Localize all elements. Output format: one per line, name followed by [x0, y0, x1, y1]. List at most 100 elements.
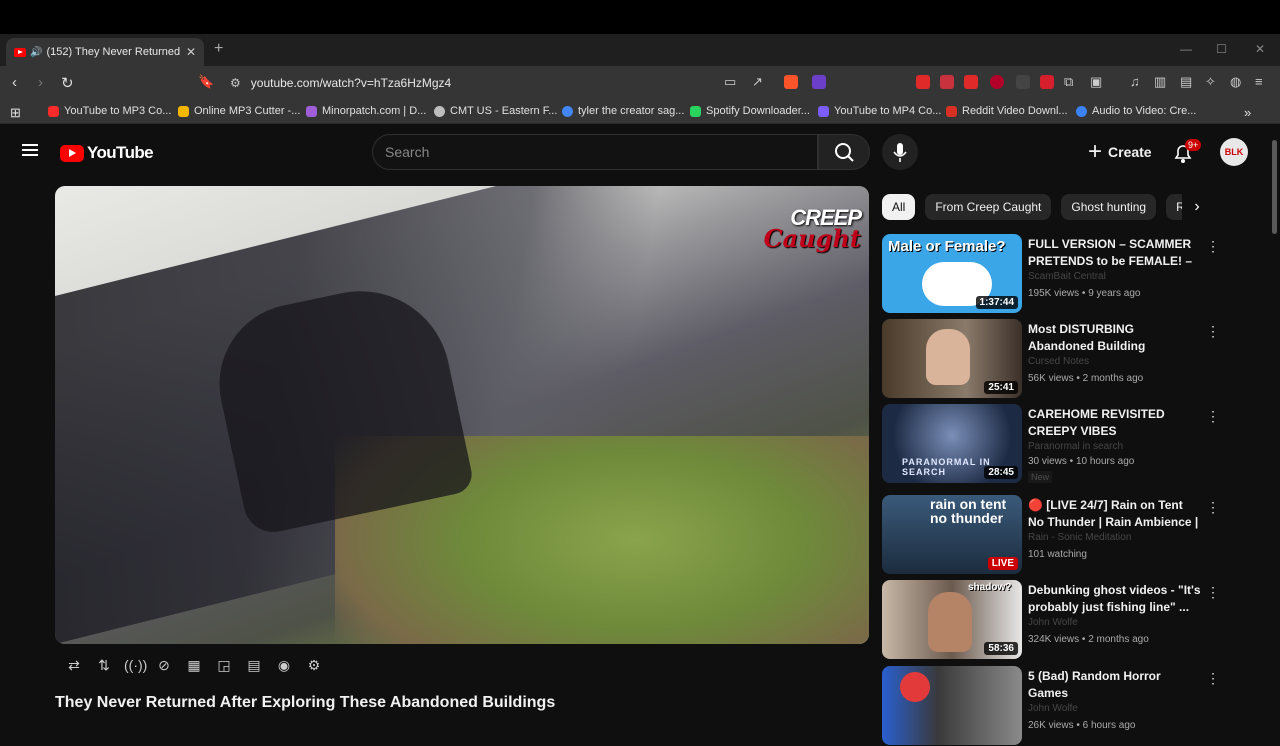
channel-name[interactable]: John Wolfe — [1028, 617, 1202, 631]
channel-watermark[interactable]: CREEP Caught — [764, 207, 862, 250]
minimize-icon[interactable]: — — [1180, 42, 1192, 56]
youtube-logo[interactable]: YouTube — [60, 143, 154, 163]
channel-name[interactable]: Cursed Notes — [1028, 356, 1202, 370]
brave-shields-icon[interactable] — [784, 75, 798, 89]
recommendation-title[interactable]: Debunking ghost videos - "It's probably … — [1028, 582, 1202, 616]
video-thumbnail[interactable]: 25:41 — [882, 319, 1022, 398]
chip-from-channel[interactable]: From Creep Caught — [925, 194, 1052, 220]
recommendation-title[interactable]: 🔴 [LIVE 24/7] Rain on Tent No Thunder | … — [1028, 497, 1202, 531]
more-actions-icon[interactable]: ⋮ — [1206, 323, 1220, 340]
extension-youtube-icon[interactable] — [916, 75, 930, 89]
aspect-ratio-icon[interactable]: ◲ — [214, 656, 234, 674]
recommendation-title[interactable]: 5 (Bad) Random Horror Games — [1028, 668, 1202, 702]
loop-icon[interactable]: ⇄ — [64, 656, 84, 674]
list-item[interactable]: PARANORMAL IN SEARCH 28:45 CAREHOME REVI… — [882, 404, 1222, 484]
speaker-icon[interactable]: 🔊 — [30, 47, 42, 58]
search-input[interactable] — [385, 144, 817, 160]
screenshot-icon[interactable]: ▣ — [1090, 74, 1102, 90]
extension-u-icon[interactable] — [990, 75, 1004, 89]
bookmark-item[interactable]: Reddit Video Downl... — [946, 105, 1068, 117]
new-tab-icon[interactable]: + — [214, 40, 223, 58]
hide-overlay-icon[interactable]: ⊘ — [154, 656, 174, 674]
list-item[interactable]: shadow? 58:36 Debunking ghost videos - "… — [882, 580, 1222, 660]
wallet-icon[interactable]: ▤ — [1180, 74, 1192, 90]
forward-icon[interactable]: › — [38, 74, 43, 91]
more-actions-icon[interactable]: ⋮ — [1206, 238, 1220, 255]
share-icon[interactable]: ↗ — [752, 74, 763, 90]
list-item[interactable]: 25:41 Most DISTURBING Abandoned Building… — [882, 319, 1222, 399]
avatar[interactable]: BLK — [1220, 138, 1248, 166]
site-info-icon[interactable]: ⚙ — [230, 76, 241, 90]
video-thumbnail[interactable]: Male or Female? 1:37:44 — [882, 234, 1022, 313]
channel-name[interactable]: ScamBait Central — [1028, 271, 1202, 285]
guide-menu-icon[interactable] — [22, 144, 38, 156]
leo-ai-icon[interactable]: ✧ — [1205, 74, 1216, 90]
cinema-icon[interactable]: ▦ — [184, 656, 204, 674]
page-scrollbar[interactable] — [1272, 140, 1277, 234]
bookmark-item[interactable]: Minorpatch.com | D... — [306, 105, 426, 117]
chip-ghost-hunting[interactable]: Ghost hunting — [1061, 194, 1157, 220]
cast-icon[interactable]: ▭ — [724, 74, 736, 90]
bookmark-item[interactable]: tyler the creator sag... — [562, 105, 684, 117]
notification-badge: 9+ — [1185, 139, 1202, 151]
video-player[interactable]: CREEP Caught — [55, 186, 869, 644]
microphone-icon — [893, 143, 907, 162]
apps-grid-icon[interactable]: ⊞ — [10, 105, 21, 121]
bookmark-item[interactable]: Audio to Video: Cre... — [1076, 105, 1196, 117]
bookmark-item[interactable]: Online MP3 Cutter -... — [178, 105, 300, 117]
list-item[interactable]: rain on tent no thunder LIVE 🔴 [LIVE 24/… — [882, 495, 1222, 575]
browser-tab-active[interactable]: 🔊 (152) They Never Returned Af ✕ — [6, 38, 204, 66]
extensions-puzzle-icon[interactable]: ⧉ — [1064, 74, 1073, 90]
list-item[interactable]: 5 (Bad) Random Horror Games John Wolfe 2… — [882, 666, 1222, 746]
search-button[interactable] — [818, 134, 870, 170]
video-thumbnail[interactable]: PARANORMAL IN SEARCH 28:45 — [882, 404, 1022, 483]
close-tab-icon[interactable]: ✕ — [186, 45, 196, 59]
more-actions-icon[interactable]: ⋮ — [1206, 584, 1220, 601]
maximize-icon[interactable]: ☐ — [1216, 42, 1227, 56]
more-actions-icon[interactable]: ⋮ — [1206, 670, 1220, 687]
reload-icon[interactable]: ↻ — [61, 74, 74, 92]
bookmark-icon[interactable]: 🔖 — [198, 74, 214, 90]
recommendation-title[interactable]: Most DISTURBING Abandoned Building Encou… — [1028, 321, 1202, 355]
chip-all[interactable]: All — [882, 194, 916, 220]
rewards-icon[interactable] — [812, 75, 826, 89]
more-actions-icon[interactable]: ⋮ — [1206, 499, 1220, 516]
sidebar-icon[interactable]: ▥ — [1154, 74, 1166, 90]
extension-play-icon[interactable] — [964, 75, 978, 89]
menu-icon[interactable]: ≡ — [1255, 74, 1263, 89]
channel-name[interactable]: John Wolfe — [1028, 703, 1202, 717]
create-button[interactable]: + Create — [1080, 134, 1166, 170]
bookmark-favicon-icon — [946, 105, 957, 117]
video-thumbnail[interactable]: rain on tent no thunder LIVE — [882, 495, 1022, 574]
settings-gear-icon[interactable]: ⚙ — [304, 656, 324, 674]
channel-name[interactable]: Rain - Sonic Meditation — [1028, 532, 1202, 546]
back-icon[interactable]: ‹ — [12, 74, 17, 91]
extension-pen-icon[interactable] — [1040, 75, 1054, 89]
recommendation-title[interactable]: FULL VERSION – SCAMMER PRETENDS to be FE… — [1028, 236, 1202, 270]
voice-search-button[interactable] — [882, 134, 918, 170]
video-thumbnail[interactable] — [882, 666, 1022, 745]
bookmark-item[interactable]: YouTube to MP4 Co... — [818, 105, 941, 117]
address-bar[interactable]: ⚙ youtube.com/watch?v=hTza6HzMgz4 — [222, 70, 834, 96]
extension-icon[interactable] — [940, 75, 954, 89]
video-meta: 56K views • 2 months ago — [1028, 373, 1144, 384]
vpn-icon[interactable]: ◍ — [1230, 74, 1241, 90]
more-bookmarks-icon[interactable]: » — [1244, 105, 1251, 120]
filmstrip-icon[interactable]: ▤ — [244, 656, 264, 674]
video-thumbnail[interactable]: shadow? 58:36 — [882, 580, 1022, 659]
recommendation-title[interactable]: CAREHOME REVISITED CREEPY VIBES — [1028, 406, 1202, 440]
camera-icon[interactable]: ◉ — [274, 656, 294, 674]
audio-mode-icon[interactable]: ((·)) — [124, 656, 147, 674]
bookmark-item[interactable]: YouTube to MP3 Co... — [48, 105, 171, 117]
close-window-icon[interactable]: ✕ — [1255, 42, 1265, 56]
more-actions-icon[interactable]: ⋮ — [1206, 408, 1220, 425]
chips-next-chevron-icon[interactable]: › — [1182, 194, 1212, 220]
bookmark-item[interactable]: Spotify Downloader... — [690, 105, 810, 117]
channel-name[interactable]: Paranormal in search — [1028, 441, 1202, 455]
speed-icon[interactable]: ⇅ — [94, 656, 114, 674]
media-icon[interactable]: ♫ — [1130, 74, 1140, 89]
list-item[interactable]: Male or Female? 1:37:44 FULL VERSION – S… — [882, 234, 1222, 314]
bookmark-favicon-icon — [1076, 105, 1087, 117]
bookmark-item[interactable]: CMT US - Eastern F... — [434, 105, 557, 117]
extension-dark-icon[interactable] — [1016, 75, 1030, 89]
